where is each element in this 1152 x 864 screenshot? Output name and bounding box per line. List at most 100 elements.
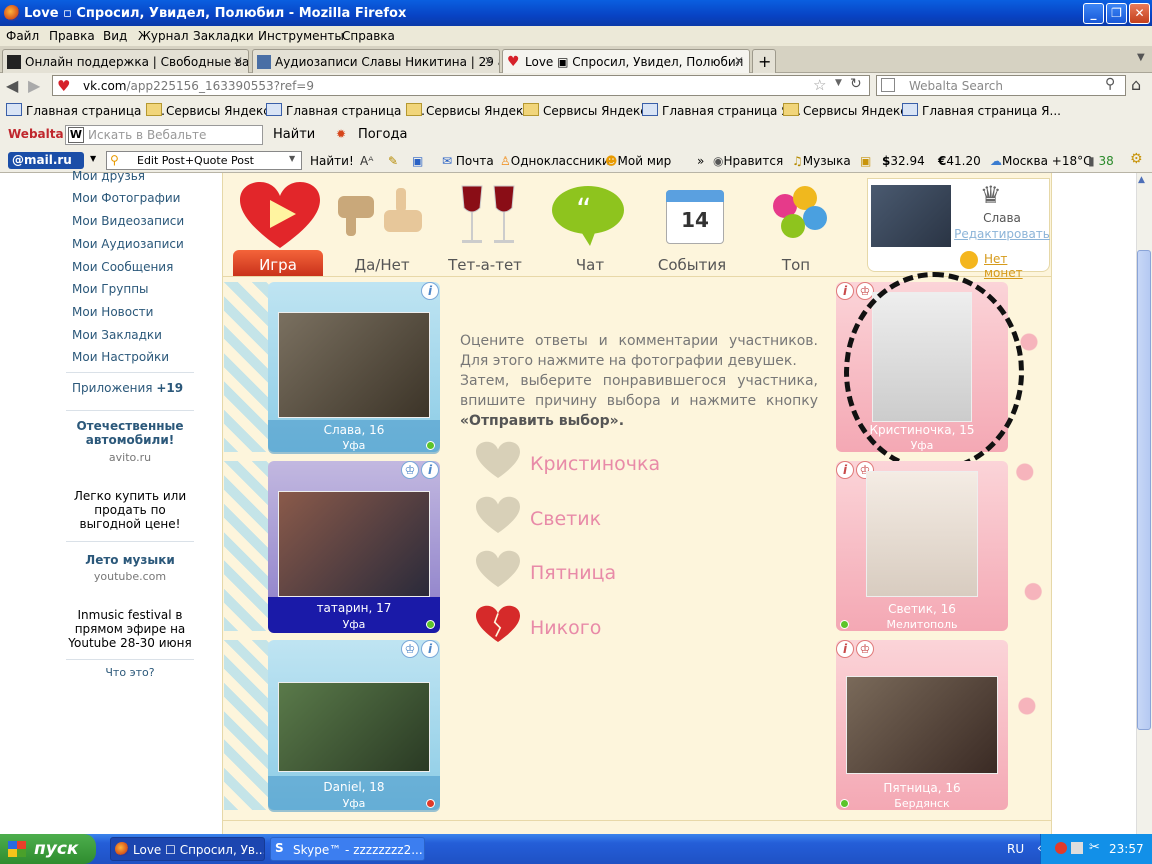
tab-chat[interactable]: Чат	[542, 256, 638, 274]
play-heart-icon[interactable]	[240, 182, 320, 252]
tab-love-app[interactable]: ♥ Love ▣ Спросил, Увидел, Полюбил ✕	[502, 49, 750, 73]
back-icon[interactable]: ◀	[6, 76, 18, 95]
bookmark-yandex-services[interactable]: Сервисы Яндекса	[523, 104, 654, 118]
boy-photo[interactable]	[278, 491, 430, 597]
gift-icon[interactable]: ♔	[401, 640, 419, 658]
sidebar-item-photos[interactable]: Мои Фотографии	[72, 191, 180, 205]
minimize-button[interactable]: _	[1083, 3, 1104, 24]
menu-help[interactable]: Справка	[342, 29, 395, 43]
sidebar-item-messages[interactable]: Мои Сообщения	[72, 260, 173, 274]
mailru-mir-link[interactable]: ☻Мой мир	[605, 154, 671, 168]
mailru-search-input[interactable]: ⚲ Edit Post+Quote Post ▼	[106, 151, 302, 170]
url-dropdown-icon[interactable]: ▼	[835, 78, 842, 88]
scroll-up-icon[interactable]: ▲	[1138, 175, 1145, 185]
hearts-bouquet-icon[interactable]	[765, 182, 845, 252]
tab-close-icon[interactable]: ✕	[734, 54, 744, 68]
info-icon[interactable]: i	[836, 282, 854, 300]
sidebar-item-settings[interactable]: Мои Настройки	[72, 350, 169, 364]
menu-file[interactable]: Файл	[6, 29, 39, 43]
answer-option-1[interactable]: Кристиночка	[530, 453, 660, 475]
answer-option-2[interactable]: Светик	[530, 508, 601, 530]
broken-heart-icon[interactable]	[476, 605, 520, 645]
scrollbar-thumb[interactable]	[1137, 250, 1151, 730]
bookmark-yandex-main[interactable]: Главная страница Я...	[642, 104, 801, 118]
highlight-icon[interactable]: ✎	[388, 154, 398, 168]
chat-bubble-icon[interactable]: “	[550, 182, 630, 252]
bookmark-star-icon[interactable]: ☆	[813, 76, 826, 94]
boy-photo[interactable]	[278, 682, 430, 772]
bookmark-yandex-services[interactable]: Сервисы Яндекса	[783, 104, 914, 118]
tab-tete-a-tete[interactable]: Тет-а-тет	[437, 256, 533, 274]
usd-rate[interactable]: $32.94	[882, 154, 925, 168]
font-size-icon[interactable]: Aᴬ	[360, 154, 373, 168]
mailru-logo[interactable]: @mail.ru	[8, 152, 84, 169]
profile-edit-link[interactable]: Редактировать	[954, 227, 1050, 241]
info-icon[interactable]: i	[421, 282, 439, 300]
sidebar-item-bookmarks[interactable]: Мои Закладки	[72, 328, 162, 342]
answer-option-3[interactable]: Пятница	[530, 562, 616, 584]
sidebar-item-news[interactable]: Мои Новости	[72, 305, 153, 319]
ad2-text[interactable]: Inmusic festival в прямом эфире на Youtu…	[66, 608, 194, 650]
clock[interactable]: 23:57	[1109, 842, 1144, 856]
menu-history[interactable]: Журнал	[138, 29, 189, 43]
ad1-title[interactable]: Отечественные автомобили!	[66, 419, 194, 447]
info-icon[interactable]: i	[836, 461, 854, 479]
tray-app-icon[interactable]	[1055, 842, 1067, 854]
sidebar-item-videos[interactable]: Мои Видеозаписи	[72, 214, 184, 228]
tab-top[interactable]: Топ	[748, 256, 844, 274]
tray-expand-icon[interactable]: ‹	[1037, 841, 1042, 855]
close-button[interactable]: ✕	[1129, 3, 1150, 24]
info-icon[interactable]: i	[836, 640, 854, 658]
like-link[interactable]: ◉Нравится	[713, 154, 783, 168]
search-icon[interactable]: ⚲	[1105, 76, 1115, 92]
menu-bookmarks[interactable]: Закладки	[193, 29, 254, 43]
webalta-logo[interactable]: Webalta	[8, 127, 64, 141]
boy-card-1[interactable]: i Слава, 16 Уфа	[268, 282, 440, 454]
heart-beige-icon[interactable]	[476, 550, 520, 590]
webalta-search-input[interactable]: W Искать в Вебальте	[65, 125, 263, 145]
network-icon[interactable]	[1071, 842, 1083, 854]
bookmark-yandex-main[interactable]: Главная страница Я...	[6, 104, 165, 118]
girl-photo[interactable]	[866, 471, 978, 597]
maximize-button[interactable]: ❐	[1106, 3, 1127, 24]
bookmark-yandex-main[interactable]: Главная страница Я...	[266, 104, 425, 118]
eur-rate[interactable]: €41.20	[938, 154, 981, 168]
info-icon[interactable]: i	[421, 640, 439, 658]
taskbar-item-skype[interactable]: S Skype™ - zzzzzzzz2...	[270, 837, 425, 861]
ad1-text[interactable]: Легко купить или продать по выгодной цен…	[66, 489, 194, 531]
tab-close-icon[interactable]: ✕	[484, 54, 494, 68]
chevron-down-icon[interactable]: ▼	[289, 154, 295, 163]
reload-icon[interactable]: ↻	[850, 76, 862, 92]
wine-glasses-icon[interactable]	[450, 182, 530, 252]
mailru-ok-link[interactable]: ♙Одноклассники	[500, 154, 610, 168]
mailru-menu-icon[interactable]: ▼	[90, 154, 96, 163]
tab-audio[interactable]: Аудиозаписи Славы Никитина | 29 ауд... ✕	[252, 49, 500, 73]
volume-icon[interactable]: ✂	[1089, 840, 1100, 855]
sidebar-item-audio[interactable]: Мои Аудиозаписи	[72, 237, 184, 251]
sidebar-item-groups[interactable]: Мои Группы	[72, 282, 149, 296]
home-icon[interactable]: ⌂	[1131, 75, 1141, 94]
search-input[interactable]: Webalta Search ⚲	[876, 75, 1126, 96]
thumbs-icon[interactable]	[336, 182, 422, 252]
ad2-site[interactable]: youtube.com	[66, 570, 194, 583]
calendar-icon[interactable]: 14	[660, 182, 740, 252]
url-input[interactable]: ♥ vk.com/app225156_163390553?ref=9 ☆ ▼ ↻	[52, 75, 870, 96]
settings-gear-icon[interactable]: ⚙	[1130, 151, 1143, 167]
sidebar-item-apps[interactable]: Приложения +19	[72, 381, 183, 395]
new-tab-button[interactable]: +	[752, 49, 776, 73]
tab-list-icon[interactable]: ▼	[1137, 52, 1145, 63]
coins-link[interactable]: Нет монет	[984, 252, 1049, 280]
answer-option-none[interactable]: Никого	[530, 617, 601, 639]
profile-avatar[interactable]	[871, 185, 951, 247]
webalta-find-button[interactable]: Найти	[273, 127, 315, 142]
language-indicator[interactable]: RU	[1007, 842, 1024, 856]
tab-yes-no[interactable]: Да/Нет	[334, 256, 430, 274]
girl-card-1[interactable]: i ♔ Кристиночка, 15 Уфа	[836, 272, 1024, 472]
tab-events[interactable]: События	[644, 256, 740, 274]
weather-button[interactable]: Погода	[358, 127, 407, 142]
bookmark-yandex-services[interactable]: Сервисы Яндекса	[406, 104, 537, 118]
boy-card-2[interactable]: ♔ i татарин, 17 Уфа	[268, 461, 440, 633]
gift-icon[interactable]: ♔	[401, 461, 419, 479]
boy-photo[interactable]	[278, 312, 430, 418]
forward-icon[interactable]: ▶	[28, 76, 40, 95]
